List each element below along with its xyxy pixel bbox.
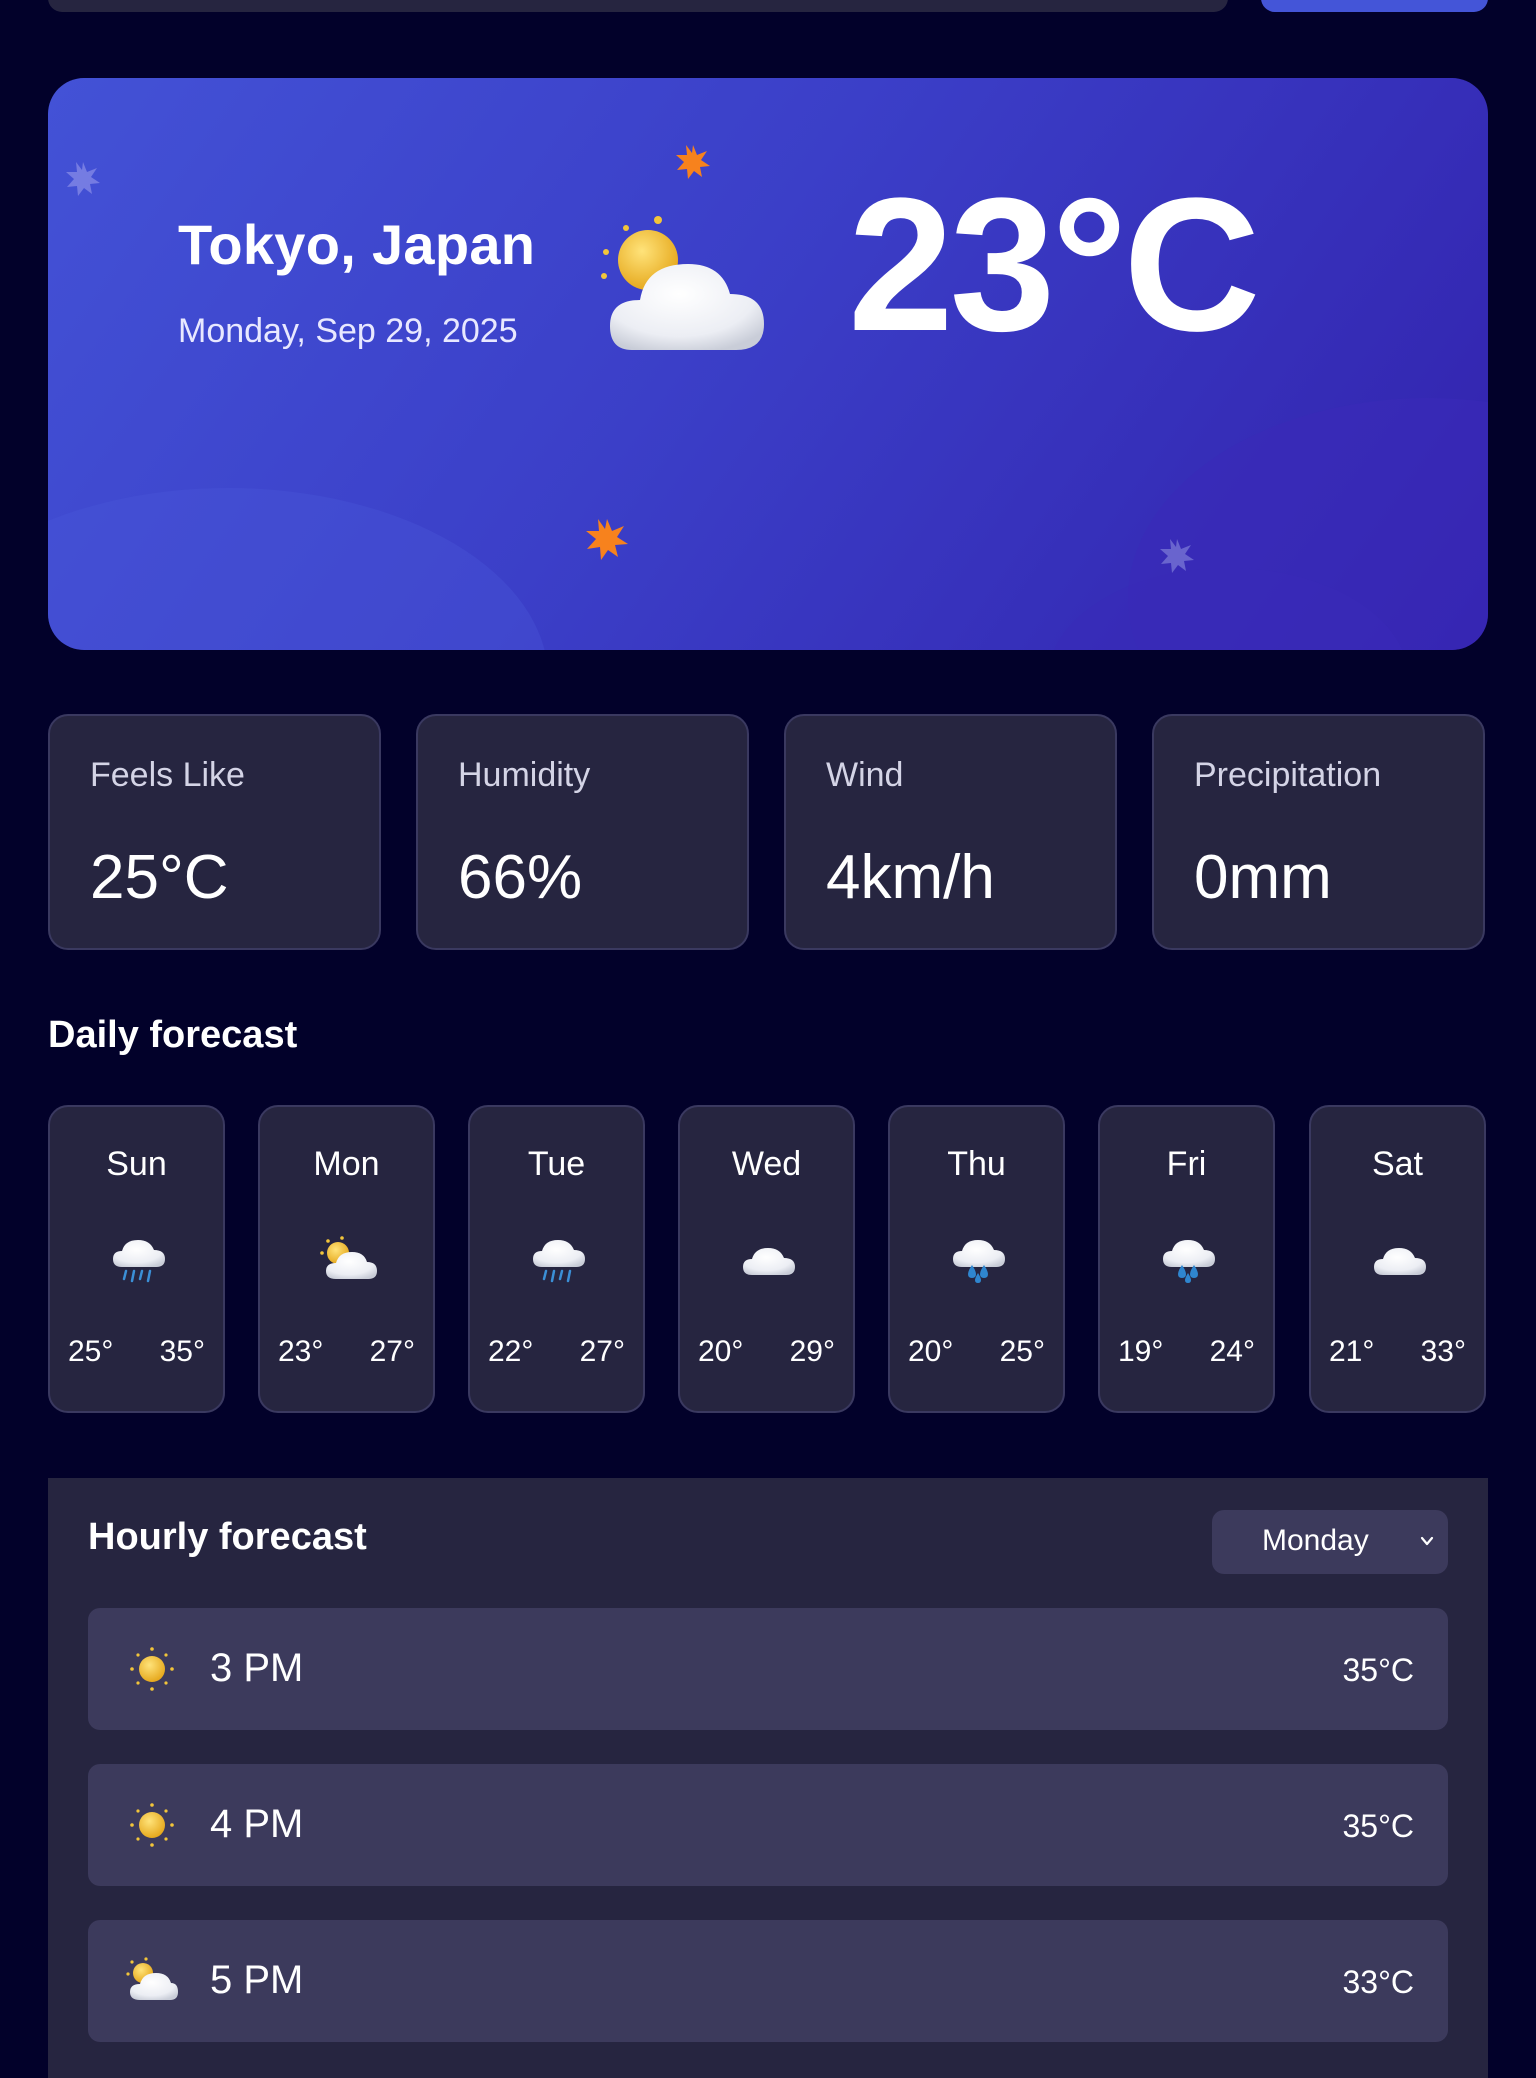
day-name: Mon [313,1145,380,1183]
partly-cloudy-icon [126,1957,178,2000]
stat-label: Humidity [458,756,591,794]
hourly-forecast-title: Hourly forecast [88,1516,367,1558]
sun-icon [130,1647,174,1691]
high-temp: 29° [789,1335,835,1368]
stat-value: 4km/h [826,843,995,912]
stat-value: 25°C [90,843,229,912]
low-temp: 19° [1118,1335,1164,1368]
location-name: Tokyo, Japan [178,213,536,276]
search-button[interactable] [1261,0,1488,12]
partly-cloudy-icon [320,1236,377,1279]
stat-value: 0mm [1194,843,1332,912]
day-card[interactable]: Fri 19° 24° [1098,1105,1275,1413]
hour-row: 3 PM 35°C [88,1608,1448,1730]
sun-icon [130,1803,174,1847]
stat-card-wind: Wind 4km/h [784,714,1117,950]
hour-temp: 35°C [1342,1808,1415,1844]
day-name: Sun [106,1145,167,1183]
day-card[interactable]: Tue 22° 27° [468,1105,645,1413]
current-temperature: 23°C [848,159,1261,371]
current-date: Monday, Sep 29, 2025 [178,312,518,350]
high-temp: 25° [999,1335,1045,1368]
stat-value: 66% [458,843,583,912]
low-temp: 25° [68,1335,114,1368]
chevron-down-icon [1420,1536,1434,1546]
partly-cloudy-icon [601,216,764,350]
hour-row: 5 PM 33°C [88,1920,1448,2042]
stat-card-precipitation: Precipitation 0mm [1152,714,1485,950]
hero-decoration [48,145,1488,650]
hour-row: 4 PM 35°C [88,1764,1448,1886]
stat-card-humidity: Humidity 66% [416,714,749,950]
low-temp: 21° [1329,1335,1375,1368]
stat-label: Precipitation [1194,756,1382,794]
hour-temp: 33°C [1342,1964,1415,2000]
day-name: Thu [947,1145,1006,1183]
day-name: Fri [1166,1145,1207,1183]
search-input[interactable] [48,0,1228,12]
high-temp: 35° [159,1335,205,1368]
stat-label: Feels Like [90,756,245,794]
current-weather-card [48,78,1488,650]
day-card[interactable]: Wed 20° 29° [678,1105,855,1413]
hour-time: 4 PM [210,1802,304,1846]
hour-time: 5 PM [210,1958,304,2002]
stat-card-feels-like: Feels Like 25°C [48,714,381,950]
high-temp: 27° [579,1335,625,1368]
high-temp: 24° [1209,1335,1255,1368]
spark-icon [586,519,628,560]
daily-forecast-title: Daily forecast [48,1014,298,1056]
spark-icon [66,162,100,196]
day-name: Sat [1371,1145,1424,1183]
cloud-icon [1374,1248,1426,1275]
high-temp: 33° [1420,1335,1466,1368]
low-temp: 20° [908,1335,954,1368]
hour-temp: 35°C [1342,1652,1415,1688]
day-card[interactable]: Mon 23° 27° [258,1105,435,1413]
day-card[interactable]: Sat 21° 33° [1309,1105,1486,1413]
spark-icon [676,145,710,179]
high-temp: 27° [369,1335,415,1368]
day-card[interactable]: Thu 20° 25° [888,1105,1065,1413]
day-name: Tue [527,1145,586,1183]
day-card[interactable]: Sun 25° 35° [48,1105,225,1413]
day-select-value: Monday [1262,1524,1369,1557]
low-temp: 20° [698,1335,744,1368]
rain-icon [533,1240,585,1283]
low-temp: 22° [488,1335,534,1368]
rain-icon [113,1240,165,1283]
hour-time: 3 PM [210,1646,304,1690]
heavy-rain-icon [953,1240,1005,1283]
stat-label: Wind [826,756,904,794]
low-temp: 23° [278,1335,324,1368]
cloud-icon [743,1248,795,1275]
heavy-rain-icon [1163,1240,1215,1283]
day-name: Wed [731,1145,802,1183]
day-select[interactable]: Monday [1212,1510,1448,1574]
